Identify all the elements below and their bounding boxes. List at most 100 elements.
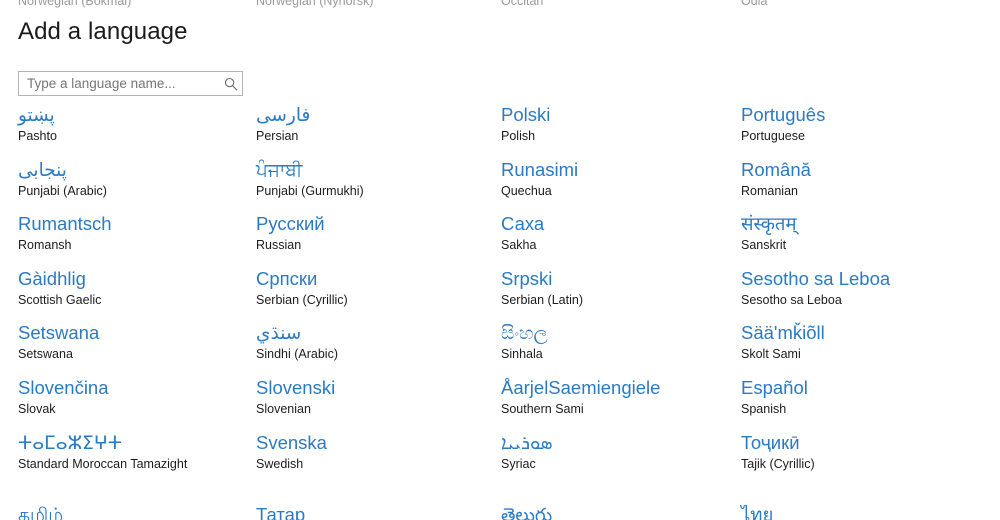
clipped-bottom-label: தமிழ் xyxy=(18,505,64,520)
language-native-name: ਪੰਜਾਬੀ xyxy=(256,158,303,180)
language-column: فارسی Persian ਪੰਜਾਬੀ Punjabi (Gurmukhi) … xyxy=(256,103,496,485)
page-title: Add a language xyxy=(18,18,188,45)
language-list-item[interactable]: Српски Serbian (Cyrillic) xyxy=(256,267,496,322)
language-english-name: Slovenian xyxy=(256,401,311,416)
clipped-top-label: Occitan xyxy=(501,0,544,8)
language-list-item[interactable]: Runasimi Quechua xyxy=(501,158,741,213)
language-list-item[interactable]: پښتو Pashto xyxy=(18,103,258,158)
clipped-bottom-label: Татар xyxy=(256,505,306,520)
language-english-name: Serbian (Latin) xyxy=(501,292,583,307)
language-list-item[interactable]: Polski Polish xyxy=(501,103,741,158)
language-english-name: Romansh xyxy=(18,238,72,253)
language-native-name: Português xyxy=(741,104,826,125)
language-english-name: Slovak xyxy=(18,401,56,416)
language-list-item[interactable]: Slovenski Slovenian xyxy=(256,376,496,431)
language-native-name: Српски xyxy=(256,267,318,289)
language-list-item[interactable]: සිංහල Sinhala xyxy=(501,321,741,376)
language-list-item[interactable]: Español Spanish xyxy=(741,376,996,431)
language-native-name: Саха xyxy=(501,213,545,235)
language-english-name: Setswana xyxy=(18,347,73,362)
language-native-name: Srpski xyxy=(501,267,553,289)
language-list-item[interactable]: ܣܘܪܝܝܐ Syriac xyxy=(501,431,741,486)
language-list-item[interactable]: संस्कृतम् Sanskrit xyxy=(741,212,996,267)
language-english-name: Polish xyxy=(501,129,536,143)
language-native-name: Setswana xyxy=(18,322,100,344)
language-native-name: Español xyxy=(741,376,808,398)
language-native-name: Runasimi xyxy=(501,158,579,180)
language-native-name: සිංහල xyxy=(501,322,548,344)
language-list-item[interactable]: Русский Russian xyxy=(256,212,496,267)
language-english-name: Swedish xyxy=(256,456,304,471)
language-list-item[interactable]: Sesotho sa Leboa Sesotho sa Leboa xyxy=(741,267,996,322)
language-native-name: فارسی xyxy=(256,104,311,125)
language-column: Polski Polish Runasimi Quechua Саха Sakh… xyxy=(501,103,741,485)
language-list-item[interactable]: ÅarjelSaemiengiele Southern Sami xyxy=(501,376,741,431)
language-list-item[interactable]: Svenska Swedish xyxy=(256,431,496,486)
language-native-name: پنجابی xyxy=(18,158,67,180)
language-column: پښتو Pashto پنجابی Punjabi (Arabic) Ruma… xyxy=(18,103,258,485)
language-english-name: Sakha xyxy=(501,238,537,253)
clipped-top-label: Norwegian (Nynorsk) xyxy=(256,0,374,8)
language-native-name: ⵜⴰⵎⴰⵣⵉⵖⵜ xyxy=(18,431,122,453)
language-native-name: Rumantsch xyxy=(18,213,112,235)
search-input[interactable] xyxy=(19,72,220,95)
language-list-item[interactable]: فارسی Persian xyxy=(256,103,496,158)
language-native-name: پښتو xyxy=(18,104,55,125)
language-list-item[interactable]: Română Romanian xyxy=(741,158,996,213)
language-english-name: Pashto xyxy=(18,129,57,143)
language-list-item[interactable]: Тоҷикӣ Tajik (Cyrillic) xyxy=(741,431,996,486)
language-list-item[interactable]: ⵜⴰⵎⴰⵣⵉⵖⵜ Standard Moroccan Tamazight xyxy=(18,431,258,486)
language-list-item[interactable]: Slovenčina Slovak xyxy=(18,376,258,431)
language-english-name: Punjabi (Gurmukhi) xyxy=(256,183,364,198)
language-english-name: Punjabi (Arabic) xyxy=(18,183,107,198)
language-native-name: ܣܘܪܝܝܐ xyxy=(501,431,553,453)
language-list-item[interactable]: پنجابی Punjabi (Arabic) xyxy=(18,158,258,213)
language-native-name: Polski xyxy=(501,104,551,125)
language-english-name: Spanish xyxy=(741,401,787,416)
clipped-bottom-label: తెలుగు xyxy=(501,505,553,520)
language-english-name: Persian xyxy=(256,129,299,143)
language-list-item[interactable]: سنڌي Sindhi (Arabic) xyxy=(256,321,496,376)
language-native-name: Gàidhlig xyxy=(18,267,86,289)
language-list-item[interactable]: Setswana Setswana xyxy=(18,321,258,376)
language-native-name: Slovenski xyxy=(256,376,336,398)
language-english-name: Sindhi (Arabic) xyxy=(256,347,338,362)
language-list-item[interactable]: ਪੰਜਾਬੀ Punjabi (Gurmukhi) xyxy=(256,158,496,213)
language-native-name: Sesotho sa Leboa xyxy=(741,267,891,289)
language-list-item[interactable]: Rumantsch Romansh xyxy=(18,212,258,267)
language-native-name: ÅarjelSaemiengiele xyxy=(501,376,661,398)
language-native-name: Svenska xyxy=(256,431,327,453)
language-list-item[interactable]: Саха Sakha xyxy=(501,212,741,267)
clipped-bottom-row[interactable]: தமிழ் Татар తెలుగు ไทย xyxy=(0,505,1000,520)
language-english-name: Russian xyxy=(256,238,302,253)
language-column: Português Portuguese Română Romanian संस… xyxy=(741,103,996,485)
clipped-top-label: Odia xyxy=(741,0,768,8)
language-english-name: Skolt Sami xyxy=(741,347,801,362)
language-list-item[interactable]: Srpski Serbian (Latin) xyxy=(501,267,741,322)
clipped-bottom-label: ไทย xyxy=(741,505,774,520)
language-english-name: Standard Moroccan Tamazight xyxy=(18,456,188,471)
language-search-box[interactable] xyxy=(18,71,243,96)
language-english-name: Tajik (Cyrillic) xyxy=(741,456,815,471)
clipped-top-row: Norwegian (Bokmål) Norwegian (Nynorsk) O… xyxy=(0,0,1000,10)
language-english-name: Serbian (Cyrillic) xyxy=(256,292,348,307)
language-list-item[interactable]: Gàidhlig Scottish Gaelic xyxy=(18,267,258,322)
language-english-name: Syriac xyxy=(501,456,536,471)
language-english-name: Quechua xyxy=(501,183,552,198)
language-native-name: Slovenčina xyxy=(18,376,109,398)
language-native-name: سنڌي xyxy=(256,322,302,344)
language-list[interactable]: پښتو Pashto پنجابی Punjabi (Arabic) Ruma… xyxy=(0,103,1000,520)
language-english-name: Scottish Gaelic xyxy=(18,292,102,307)
language-list-item[interactable]: Sääʹmǩiõll Skolt Sami xyxy=(741,321,996,376)
language-english-name: Sesotho sa Leboa xyxy=(741,292,842,307)
language-english-name: Portuguese xyxy=(741,129,805,143)
language-native-name: Русский xyxy=(256,213,325,235)
search-icon[interactable] xyxy=(220,72,242,95)
language-native-name: Română xyxy=(741,158,811,180)
language-list-item[interactable]: Português Portuguese xyxy=(741,103,996,158)
language-english-name: Romanian xyxy=(741,183,798,198)
language-english-name: Southern Sami xyxy=(501,401,584,416)
language-native-name: संस्कृतम् xyxy=(741,213,797,235)
language-native-name: Sääʹmǩiõll xyxy=(741,322,825,344)
clipped-top-label: Norwegian (Bokmål) xyxy=(18,0,132,8)
